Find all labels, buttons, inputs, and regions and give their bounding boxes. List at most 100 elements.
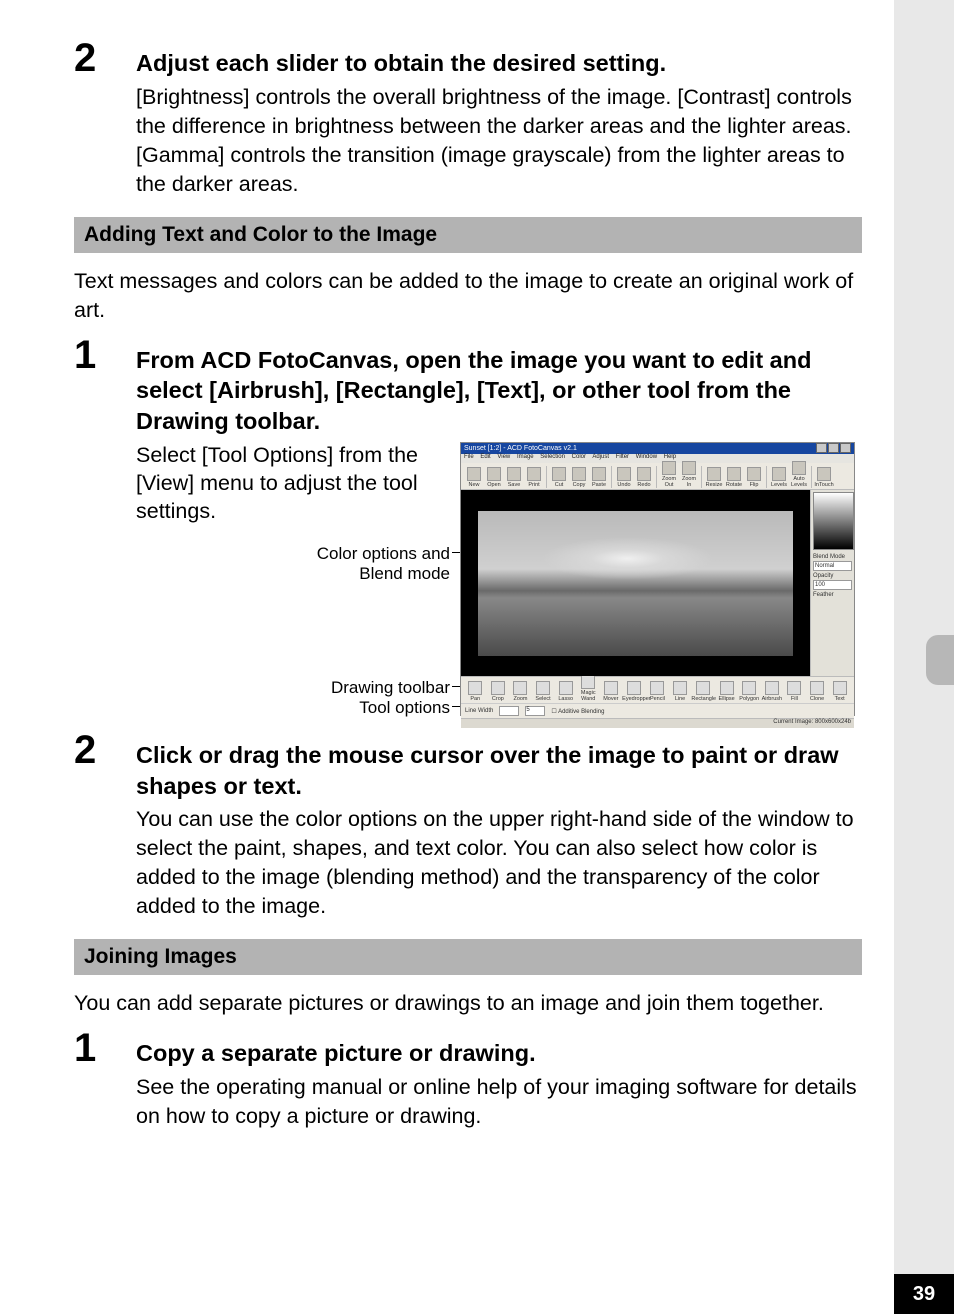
image-canvas xyxy=(461,490,810,676)
tb-autolevels: Auto Levels xyxy=(789,461,809,488)
toolbar-separator xyxy=(611,466,612,488)
additive-label: Additive Blending xyxy=(558,709,604,715)
sunset-photo xyxy=(478,511,792,656)
tb-open: Open xyxy=(484,467,504,488)
menu-item: Edit xyxy=(480,454,490,460)
tool-clone: Clone xyxy=(806,681,829,702)
rectangle-icon xyxy=(696,681,710,695)
tool-mover: Mover xyxy=(600,681,623,702)
tb-zoom-out: Zoom Out xyxy=(659,461,679,488)
toolbar-separator xyxy=(701,466,702,488)
redo-icon xyxy=(637,467,651,481)
step-heading: From ACD FotoCanvas, open the image you … xyxy=(136,345,862,437)
tb-label: Clone xyxy=(810,696,824,702)
new-icon xyxy=(467,467,481,481)
tb-label: Resize xyxy=(706,482,723,488)
tb-label: Zoom In xyxy=(682,476,696,488)
open-icon xyxy=(487,467,501,481)
tb-label: Copy xyxy=(573,482,586,488)
line-width-label: Line Width xyxy=(465,708,493,714)
step-body: Copy a separate picture or drawing. See … xyxy=(136,1028,862,1131)
tb-label: Open xyxy=(487,482,500,488)
tb-label: Magic Wand xyxy=(581,690,596,702)
page-number: 39 xyxy=(894,1274,954,1314)
step-number: 2 xyxy=(74,38,136,78)
feather-label: Feather xyxy=(813,592,852,598)
tb-rotate: Rotate xyxy=(724,467,744,488)
step-heading: Copy a separate picture or drawing. xyxy=(136,1038,862,1069)
drawing-toolbar: Pan Crop Zoom Select Lasso Magic Wand Mo… xyxy=(461,676,854,703)
menu-item: File xyxy=(464,454,474,460)
menu-item: Image xyxy=(517,454,534,460)
step-side-text: Select [Tool Options] from the [View] me… xyxy=(136,442,450,526)
thumb-tab xyxy=(926,635,954,685)
tool-airbrush: Airbrush xyxy=(761,681,784,702)
tb-label: Zoom xyxy=(513,696,527,702)
menu-item: Adjust xyxy=(592,454,609,460)
tb-paste: Paste xyxy=(589,467,609,488)
copy-icon xyxy=(572,467,586,481)
tb-label: Polygon xyxy=(739,696,759,702)
figure-callouts: Color options and Blend mode Drawing too… xyxy=(136,526,450,706)
step-description: You can use the color options on the upp… xyxy=(136,805,862,921)
step-heading: Click or drag the mouse cursor over the … xyxy=(136,740,862,801)
zoom-in-icon xyxy=(682,461,696,475)
tb-label: Fill xyxy=(791,696,798,702)
intouch-icon xyxy=(817,467,831,481)
tb-label: Text xyxy=(835,696,845,702)
undo-icon xyxy=(617,467,631,481)
section-intro-join: You can add separate pictures or drawing… xyxy=(74,989,862,1018)
tb-label: New xyxy=(468,482,479,488)
tb-label: Pencil xyxy=(650,696,665,702)
tool-pencil: Pencil xyxy=(646,681,669,702)
tool-ellipse: Ellipse xyxy=(715,681,738,702)
step-open-fotocanvas: 1 From ACD FotoCanvas, open the image yo… xyxy=(74,335,862,717)
tool-rectangle: Rectangle xyxy=(691,681,715,702)
close-icon xyxy=(840,443,851,453)
callout-color-blend: Color options and Blend mode xyxy=(280,544,450,585)
line-width-field xyxy=(499,706,519,716)
gradient-swatch xyxy=(813,492,854,550)
save-icon xyxy=(507,467,521,481)
blend-mode-value: Normal xyxy=(813,561,852,571)
line-width-value: 5 xyxy=(525,706,545,716)
tb-label: Zoom Out xyxy=(662,476,676,488)
tb-label: Ellipse xyxy=(719,696,735,702)
step-description: See the operating manual or online help … xyxy=(136,1073,862,1131)
step-body: Click or drag the mouse cursor over the … xyxy=(136,730,862,921)
window-controls xyxy=(815,443,851,455)
tool-lasso: Lasso xyxy=(554,681,577,702)
tb-label: Crop xyxy=(492,696,504,702)
tb-label: Print xyxy=(528,482,539,488)
additive-blending-checkbox: ☐ Additive Blending xyxy=(551,708,604,715)
autolevels-icon xyxy=(792,461,806,475)
window-titlebar: Sunset [1:2] - ACD FotoCanvas v2.1 xyxy=(461,443,854,454)
maximize-icon xyxy=(828,443,839,453)
tb-label: Cut xyxy=(555,482,564,488)
menu-item: Window xyxy=(636,454,657,460)
tb-label: Rectangle xyxy=(691,696,716,702)
opacity-label: Opacity xyxy=(813,573,852,579)
window-title: Sunset [1:2] - ACD FotoCanvas v2.1 xyxy=(464,445,577,452)
step-body: Adjust each slider to obtain the desired… xyxy=(136,38,862,199)
menu-item: Color xyxy=(572,454,586,460)
page-content: 2 Adjust each slider to obtain the desir… xyxy=(74,38,862,1141)
eyedropper-icon xyxy=(627,681,641,695)
section-intro-add-text: Text messages and colors can be added to… xyxy=(74,267,862,325)
minimize-icon xyxy=(816,443,827,453)
tool-text: Text xyxy=(828,681,851,702)
tb-label: InTouch xyxy=(814,482,833,488)
tb-label: Mover xyxy=(603,696,618,702)
screenshot-figure: Sunset [1:2] - ACD FotoCanvas v2.1 File … xyxy=(460,442,862,716)
fill-icon xyxy=(787,681,801,695)
tb-undo: Undo xyxy=(614,467,634,488)
step-heading: Adjust each slider to obtain the desired… xyxy=(136,48,862,79)
zoom-out-icon xyxy=(662,461,676,475)
flip-icon xyxy=(747,467,761,481)
canvas-row: Blend Mode Normal Opacity 100 Feather xyxy=(461,490,854,676)
tool-crop: Crop xyxy=(487,681,510,702)
color-panel: Blend Mode Normal Opacity 100 Feather xyxy=(810,490,854,676)
tb-levels: Levels xyxy=(769,467,789,488)
tool-line: Line xyxy=(669,681,692,702)
step-description: [Brightness] controls the overall bright… xyxy=(136,83,862,199)
